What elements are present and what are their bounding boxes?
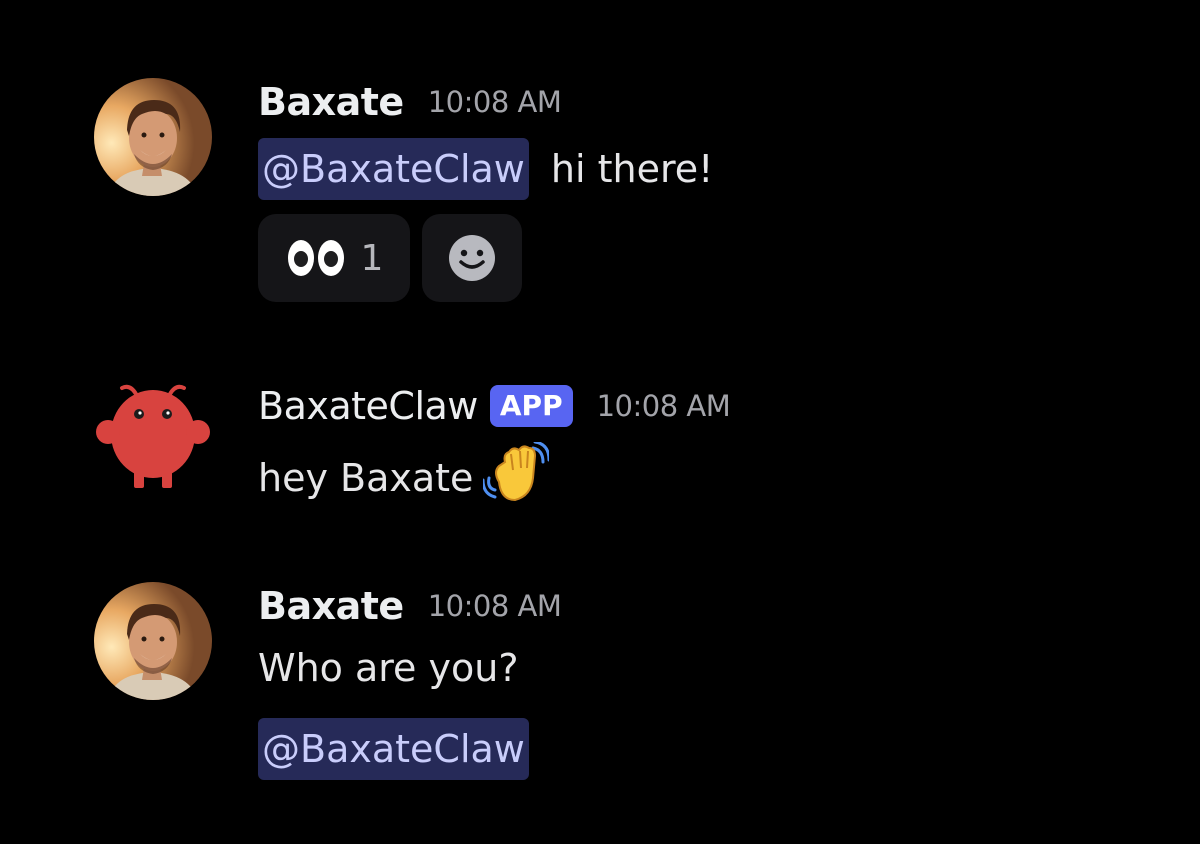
avatar[interactable] <box>94 582 212 700</box>
message-body: hey Baxate <box>258 455 474 500</box>
waving-hand-icon <box>481 440 551 502</box>
bot-avatar[interactable] <box>92 382 214 492</box>
message-text: Who are you? <box>258 646 519 690</box>
username[interactable]: Baxate <box>258 80 404 124</box>
eyes-emoji-icon <box>287 240 344 276</box>
red-robot-icon <box>96 384 210 488</box>
message-text: hey Baxate <box>258 440 551 513</box>
app-badge: APP <box>489 385 573 427</box>
avatar-photo-icon <box>94 582 212 700</box>
username[interactable]: BaxateClaw <box>258 384 478 428</box>
avatar-photo-icon <box>94 78 212 196</box>
message-header: Baxate 10:08 AM <box>258 80 562 124</box>
waving-hand-emoji <box>481 440 551 513</box>
reaction-count: 1 <box>360 237 384 279</box>
message-text: @BaxateClaw hi there! <box>258 138 713 200</box>
avatar[interactable] <box>94 78 212 196</box>
message-body: hi there! <box>550 147 714 191</box>
reaction-eyes[interactable]: 1 <box>258 214 410 302</box>
timestamp[interactable]: 10:08 AM <box>428 589 562 623</box>
chat-message-list: Baxate 10:08 AM @BaxateClaw hi there! 1 <box>0 0 1200 844</box>
username[interactable]: Baxate <box>258 584 404 628</box>
message-header: Baxate 10:08 AM <box>258 584 562 628</box>
user-mention[interactable]: @BaxateClaw <box>258 138 529 200</box>
message-body: Who are you? <box>258 646 519 690</box>
timestamp[interactable]: 10:08 AM <box>597 389 731 423</box>
timestamp[interactable]: 10:08 AM <box>428 85 562 119</box>
user-mention[interactable]: @BaxateClaw <box>258 718 529 780</box>
message-text-mention-line: @BaxateClaw <box>258 718 529 780</box>
message-header: BaxateClaw APP 10:08 AM <box>258 384 731 428</box>
reactions-bar: 1 <box>258 214 522 302</box>
smiley-face-icon <box>449 235 495 281</box>
add-reaction-button[interactable] <box>422 214 522 302</box>
